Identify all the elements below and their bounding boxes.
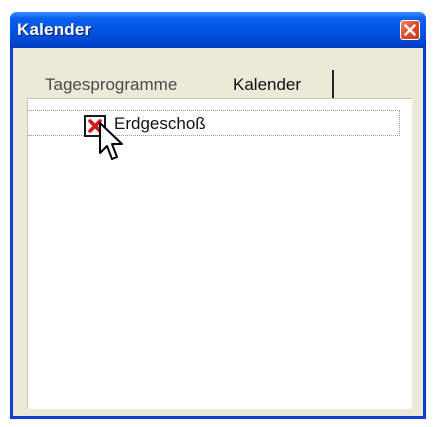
close-button[interactable] — [400, 20, 420, 40]
tab-tagesprogramme[interactable]: Tagesprogramme — [45, 75, 177, 95]
window-title: Kalender — [17, 20, 92, 39]
tree-panel: Erdgeschoß — [27, 98, 412, 409]
tree-item[interactable]: Erdgeschoß — [28, 110, 400, 137]
kalender-window: Kalender Tagesprogramme Kalender Erdgesc… — [10, 12, 426, 419]
mouse-pointer-icon — [99, 122, 123, 160]
tab-kalender[interactable]: Kalender — [233, 75, 307, 95]
close-icon — [404, 24, 416, 36]
title-bar[interactable]: Kalender — [10, 12, 426, 48]
tab-divider — [332, 70, 334, 98]
